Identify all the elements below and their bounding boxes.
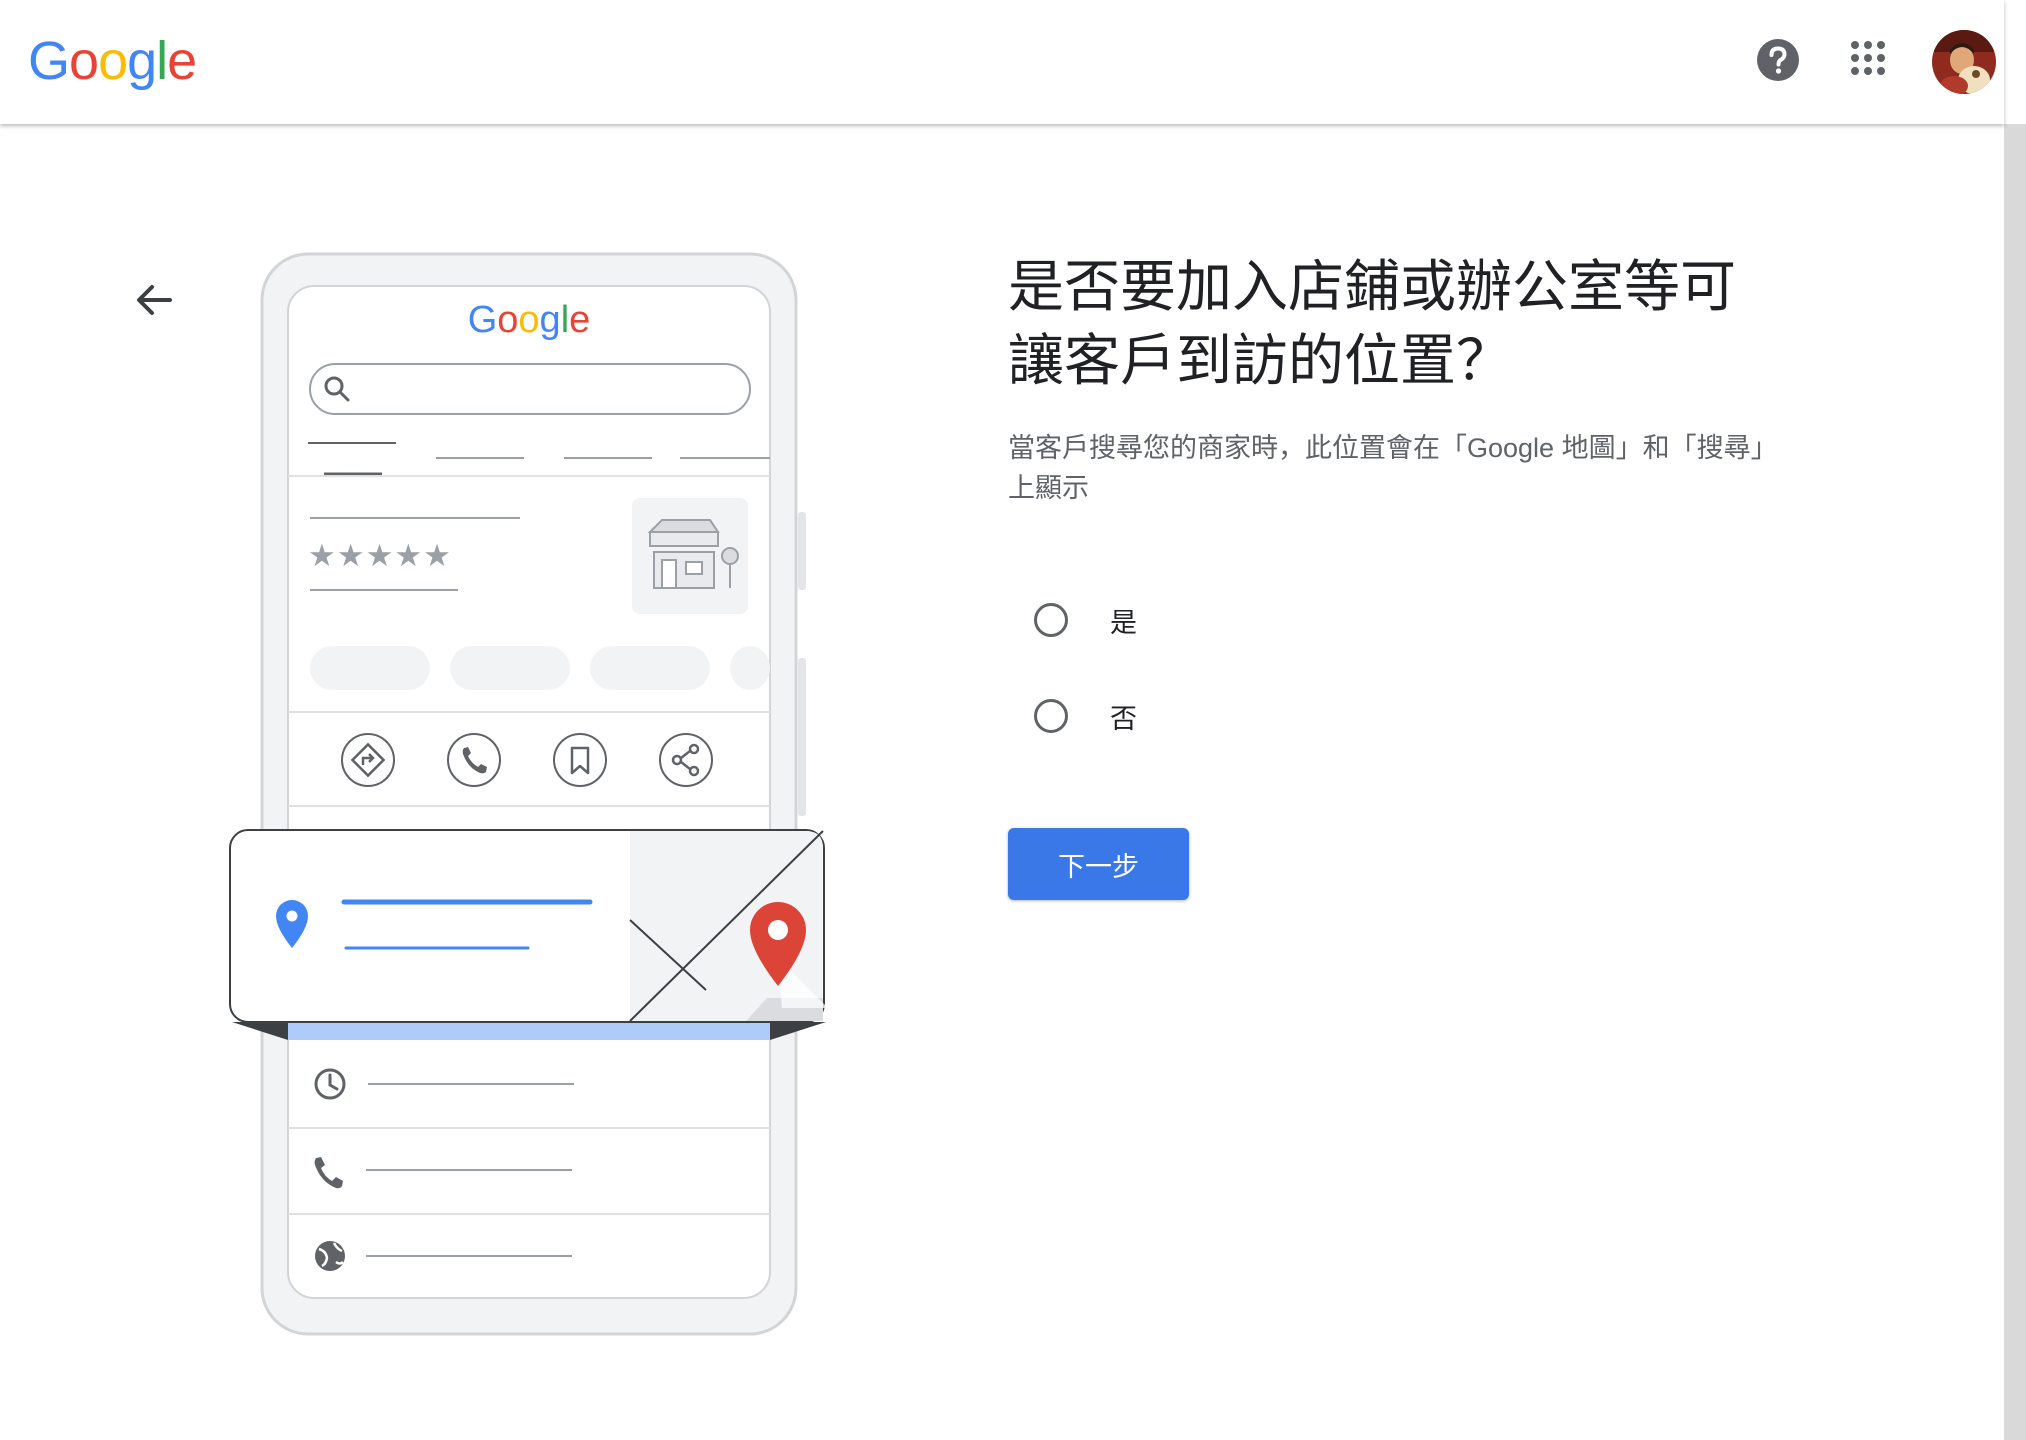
google-logo[interactable]: Google — [28, 26, 197, 96]
logo-letter: l — [156, 31, 168, 91]
phone-logo-letter: e — [569, 299, 590, 341]
directions-icon — [341, 733, 395, 787]
radio-label-yes: 是 — [1110, 607, 1137, 638]
phone-side-button — [798, 512, 806, 590]
chip — [310, 646, 430, 690]
phone-side-button — [798, 658, 806, 816]
apps-grid-icon[interactable] — [1850, 40, 1886, 76]
logo-letter: o — [98, 31, 128, 91]
top-app-bar: Google — [0, 0, 2004, 124]
back-arrow-icon[interactable] — [134, 280, 174, 320]
business-profile-illustration: Google ★★★★★ — [229, 252, 826, 1336]
phone-google-logo: Google — [468, 299, 591, 341]
logo-letter: o — [69, 31, 99, 91]
logo-letter: G — [28, 31, 70, 91]
phone-screen — [287, 285, 771, 1299]
phone-logo-letter: o — [518, 299, 539, 341]
phone-logo-letter: o — [497, 299, 518, 341]
phone-logo-letter: g — [540, 299, 561, 341]
rating-stars: ★★★★★ — [308, 538, 452, 574]
phone-search-bar — [309, 363, 751, 415]
share-icon — [659, 733, 713, 787]
logo-letter: e — [167, 31, 197, 91]
account-avatar[interactable] — [1932, 30, 1996, 94]
location-radio-group: 是 否 — [1034, 596, 1137, 788]
phone-logo-letter: l — [561, 299, 569, 341]
avatar-image — [1932, 30, 1996, 94]
radio-button-yes[interactable] — [1034, 603, 1068, 637]
chip — [590, 646, 710, 690]
card-highlight-strip — [288, 1022, 770, 1040]
radio-button-no[interactable] — [1034, 699, 1068, 733]
radio-option-no[interactable]: 否 — [1034, 692, 1137, 740]
page-scrollbar[interactable] — [2004, 124, 2026, 1440]
phone-logo-letter: G — [468, 299, 498, 341]
radio-option-yes[interactable]: 是 — [1034, 596, 1137, 644]
radio-label-no: 否 — [1110, 703, 1137, 734]
bookmark-icon — [553, 733, 607, 787]
chip — [730, 646, 770, 690]
chip — [450, 646, 570, 690]
page-description: 當客戶搜尋您的商家時，此位置會在「Google 地圖」和「搜尋」上顯示 — [1008, 433, 1778, 503]
next-button[interactable]: 下一步 — [1008, 828, 1189, 900]
globe-icon — [315, 1241, 345, 1271]
phone-icon — [447, 733, 501, 787]
logo-letter: g — [127, 31, 157, 91]
help-circle-icon[interactable] — [1756, 38, 1800, 82]
page-title: 是否要加入店鋪或辦公室等可讓客戶到訪的位置？ — [1008, 255, 1736, 392]
